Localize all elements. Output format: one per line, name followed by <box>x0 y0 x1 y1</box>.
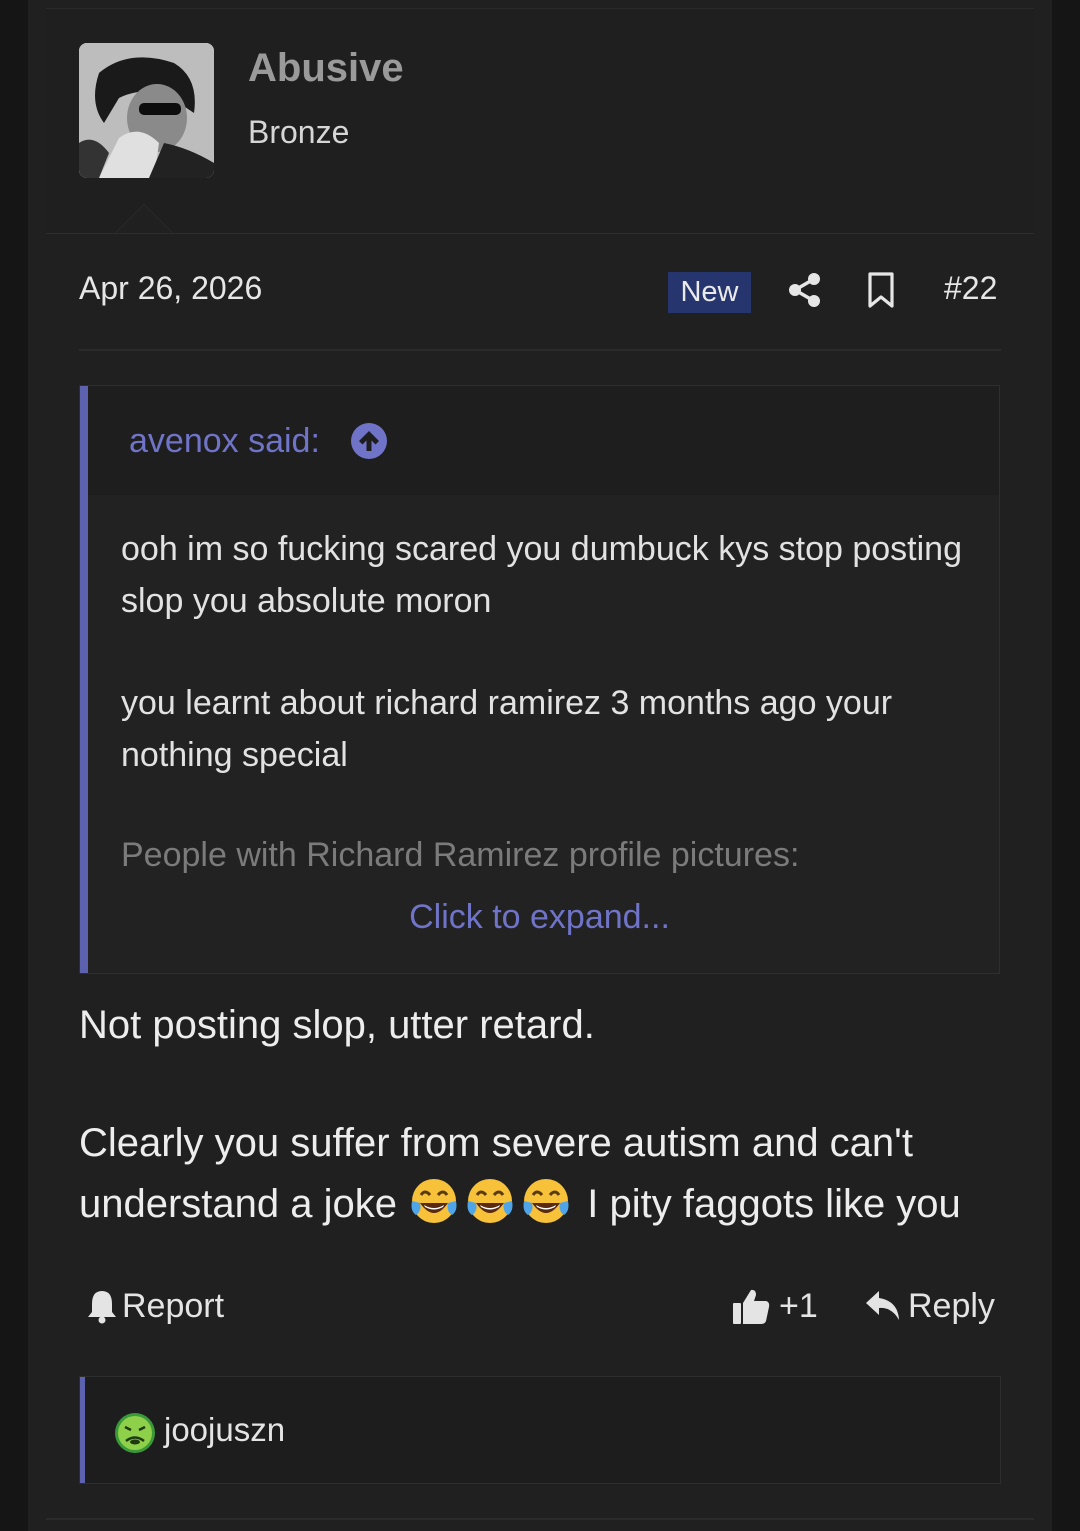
post-date[interactable]: Apr 26, 2026 <box>79 270 262 307</box>
quote-block: avenox said: ooh im so fucking scared yo… <box>79 385 1000 974</box>
reactions-accent-bar <box>80 1377 85 1483</box>
tears-of-joy-emoji-icon <box>467 1179 513 1223</box>
reply-button[interactable]: Reply <box>864 1284 995 1328</box>
reactions-bar[interactable]: joojuszn <box>79 1376 1001 1484</box>
like-count: +1 <box>779 1286 818 1325</box>
quote-author[interactable]: avenox said: <box>129 422 320 461</box>
bookmark-icon[interactable] <box>866 272 896 308</box>
avatar-pointer <box>115 204 173 233</box>
quote-line: you learnt about richard ramirez 3 month… <box>121 684 893 774</box>
bell-icon <box>88 1291 116 1324</box>
quote-header: avenox said: <box>88 386 999 495</box>
post-body-text: Clearly you suffer from severe autism an… <box>79 1121 913 1165</box>
report-button[interactable]: Report <box>86 1284 224 1328</box>
quote-bar <box>80 386 88 973</box>
arrow-up-circle-icon[interactable] <box>350 422 388 460</box>
divider <box>46 1518 1034 1520</box>
post-number[interactable]: #22 <box>944 270 997 307</box>
post-body-text: understand a joke <box>79 1182 398 1226</box>
reaction-users-link[interactable]: joojuszn <box>164 1411 285 1449</box>
tears-of-joy-emoji-icon <box>411 1179 457 1223</box>
tears-of-joy-emoji-icon <box>523 1179 569 1223</box>
nauseated-face-icon <box>115 1413 155 1453</box>
post-body-line: Clearly you suffer from severe autism an… <box>79 1113 1019 1235</box>
report-label: Report <box>122 1286 225 1325</box>
user-avatar[interactable] <box>79 43 214 178</box>
quote-faded-line: People with Richard Ramirez profile pict… <box>121 836 800 874</box>
click-to-expand-link[interactable]: Click to expand... <box>80 898 999 937</box>
share-icon[interactable] <box>788 272 822 308</box>
reply-label: Reply <box>908 1286 995 1325</box>
reply-arrow-icon <box>866 1291 899 1320</box>
new-badge: New <box>668 272 751 313</box>
post-body-line: Not posting slop, utter retard. <box>79 1003 595 1047</box>
divider <box>79 349 1001 351</box>
user-title: Bronze <box>248 114 350 150</box>
quote-line: ooh im so fucking scared you dumbuck kys… <box>121 530 962 620</box>
like-button[interactable]: +1 <box>731 1284 818 1328</box>
thumbs-up-icon <box>733 1289 770 1324</box>
username[interactable]: Abusive <box>248 46 404 91</box>
post-body-text: I pity faggots like you <box>587 1182 961 1226</box>
